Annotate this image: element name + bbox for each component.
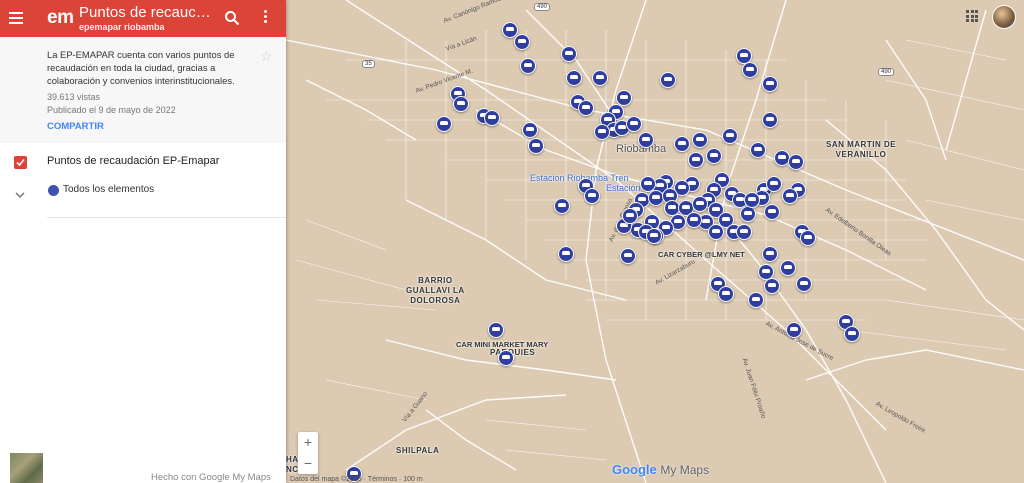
collection-point-marker[interactable] [692, 132, 708, 148]
avatar[interactable] [992, 5, 1016, 29]
collection-point-marker[interactable] [762, 76, 778, 92]
collection-point-marker[interactable] [646, 228, 662, 244]
collection-point-marker[interactable] [766, 176, 782, 192]
place-label: SAN MARTIN DE VERANILLO [826, 140, 897, 159]
collection-point-marker[interactable] [528, 138, 544, 154]
collection-point-marker[interactable] [722, 128, 738, 144]
collection-point-marker[interactable] [748, 292, 764, 308]
all-items-link[interactable]: Todos los elementos [63, 184, 154, 195]
map-author[interactable]: epemapar riobamba [79, 22, 165, 32]
map-info: La EP-EMAPAR cuenta con varios puntos de… [0, 37, 286, 143]
collection-point-marker[interactable] [578, 100, 594, 116]
share-button[interactable]: COMPARTIR [47, 121, 104, 132]
collection-point-marker[interactable] [740, 206, 756, 222]
collection-point-marker[interactable] [708, 224, 724, 240]
collection-point-marker[interactable] [744, 192, 760, 208]
publish-date: Publicado el 9 de mayo de 2022 [47, 105, 176, 115]
star-icon[interactable]: ☆ [260, 48, 273, 65]
collection-point-marker[interactable] [488, 322, 504, 338]
collection-point-marker[interactable] [780, 260, 796, 276]
collection-point-marker[interactable] [638, 132, 654, 148]
collection-point-marker[interactable] [718, 286, 734, 302]
mymaps-logo: My Maps [660, 463, 710, 477]
collection-point-marker[interactable] [554, 198, 570, 214]
basemap-thumbnail[interactable] [10, 453, 43, 483]
place-label: BARRIO GUALLAVI LA DOLOROSA [406, 276, 465, 305]
collection-point-marker[interactable] [520, 58, 536, 74]
google-my-maps-logo: Google My Maps [612, 462, 709, 477]
collection-point-marker[interactable] [514, 34, 530, 50]
collection-point-marker[interactable] [453, 96, 469, 112]
divider [47, 217, 286, 218]
zoom-control: + − [298, 432, 318, 474]
station-label[interactable]: Estación [606, 183, 641, 193]
collection-point-marker[interactable] [782, 188, 798, 204]
zoom-in-button[interactable]: + [298, 432, 318, 453]
collection-point-marker[interactable] [584, 188, 600, 204]
collection-point-marker[interactable] [660, 72, 676, 88]
collection-point-marker[interactable] [764, 278, 780, 294]
chevron-down-icon[interactable] [15, 186, 25, 204]
layer-title[interactable]: Puntos de recaudación EP-Emapar [47, 155, 219, 167]
collection-point-marker[interactable] [796, 276, 812, 292]
sidebar: em Puntos de recaucación EP-Emapar epema… [0, 0, 286, 483]
collection-point-marker[interactable] [436, 116, 452, 132]
collection-point-marker[interactable] [786, 322, 802, 338]
google-logo: Google [612, 462, 657, 477]
collection-point-marker[interactable] [762, 246, 778, 262]
marker-style-icon [48, 185, 59, 196]
poi-label[interactable]: CAR CYBER @LMY NET [658, 250, 745, 260]
made-with-text: Hecho con Google My Maps [151, 472, 271, 483]
collection-point-marker[interactable] [622, 208, 638, 224]
collection-point-marker[interactable] [484, 110, 500, 126]
collection-point-marker[interactable] [844, 326, 860, 342]
layer-checkbox[interactable] [14, 156, 27, 169]
collection-point-marker[interactable] [674, 136, 690, 152]
map-canvas[interactable]: Riobamba Estacion Riobamba Tren Estación… [286, 0, 1024, 483]
map-description: La EP-EMAPAR cuenta con varios puntos de… [47, 49, 235, 86]
collection-point-marker[interactable] [592, 70, 608, 86]
collection-point-marker[interactable] [594, 124, 610, 140]
header-bar: em Puntos de recaucación EP-Emapar epema… [0, 0, 286, 37]
collection-point-marker[interactable] [764, 204, 780, 220]
collection-point-marker[interactable] [522, 122, 538, 138]
collection-point-marker[interactable] [688, 152, 704, 168]
highway-shield: 35 [362, 60, 375, 68]
search-icon[interactable] [224, 10, 240, 31]
map-title: Puntos de recaucación EP-Emapar [79, 4, 215, 21]
highway-shield: 490 [878, 68, 895, 76]
collection-point-marker[interactable] [788, 154, 804, 170]
collection-point-marker[interactable] [498, 350, 514, 366]
collection-point-marker[interactable] [742, 62, 758, 78]
collection-point-marker[interactable] [686, 212, 702, 228]
collection-point-marker[interactable] [692, 196, 708, 212]
hamburger-icon[interactable] [9, 12, 23, 24]
map-data-attribution[interactable]: Datos del mapa ©2025 · Términos · 100 m [290, 476, 423, 483]
collection-point-marker[interactable] [561, 46, 577, 62]
view-count: 39.613 vistas [47, 92, 101, 102]
highway-shield: 490 [534, 3, 551, 11]
collection-point-marker[interactable] [750, 142, 766, 158]
more-vert-icon[interactable] [259, 10, 271, 26]
collection-point-marker[interactable] [558, 246, 574, 262]
collection-point-marker[interactable] [620, 248, 636, 264]
collection-point-marker[interactable] [800, 230, 816, 246]
collection-point-marker[interactable] [706, 148, 722, 164]
collection-point-marker[interactable] [566, 70, 582, 86]
zoom-out-button[interactable]: − [298, 453, 318, 474]
place-label: SHILPALA [396, 446, 440, 455]
apps-grid-icon[interactable] [966, 10, 978, 22]
logo: em [47, 7, 73, 28]
collection-point-marker[interactable] [626, 116, 642, 132]
collection-point-marker[interactable] [736, 224, 752, 240]
collection-point-marker[interactable] [762, 112, 778, 128]
